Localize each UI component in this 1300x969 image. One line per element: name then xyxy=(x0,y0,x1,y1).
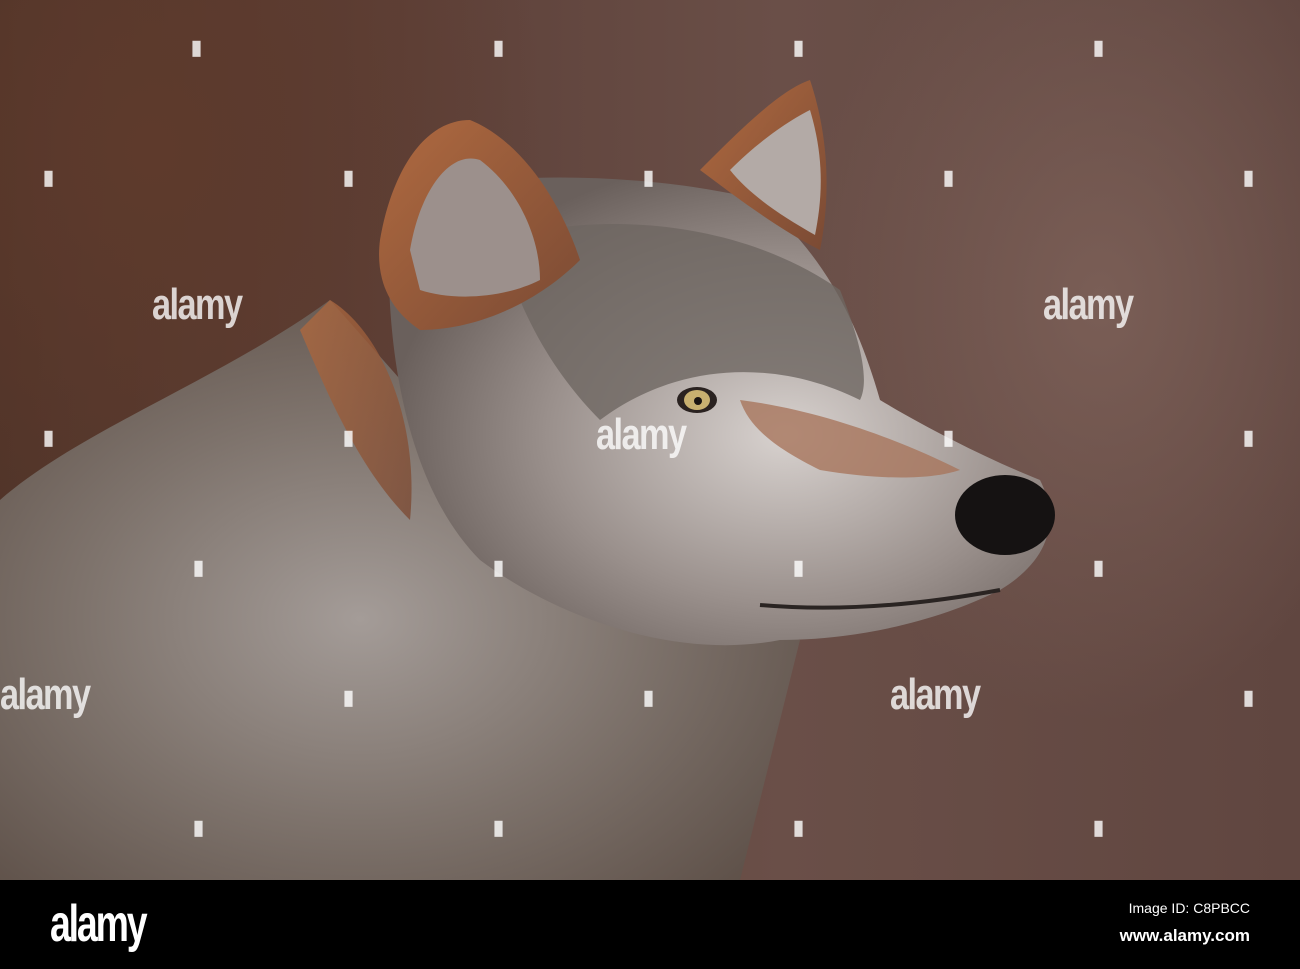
footer-bar: alamy Image ID: C8PBCC www.alamy.com xyxy=(0,880,1300,969)
wolf-nose xyxy=(955,475,1055,555)
image-id: Image ID: C8PBCC xyxy=(1128,900,1250,916)
watermark: alamy xyxy=(596,410,687,459)
watermark: alamy xyxy=(152,280,243,329)
watermark: alamy xyxy=(890,670,981,719)
site-url: www.alamy.com xyxy=(1119,926,1250,945)
watermark: alamy xyxy=(1043,280,1134,329)
alamy-logo: alamy xyxy=(50,895,148,953)
watermark: alamy xyxy=(0,670,91,719)
stock-photo-page: ▮ ▮ ▮ ▮ ▮ ▮ ▮ ▮ ▮ ▮ ▮ ▮ ▮ ▮ ▮ ▮ ▮ ▮ ▮ ▮ … xyxy=(0,0,1300,969)
wolf-photo: ▮ ▮ ▮ ▮ ▮ ▮ ▮ ▮ ▮ ▮ ▮ ▮ ▮ ▮ ▮ ▮ ▮ ▮ ▮ ▮ … xyxy=(0,0,1300,880)
